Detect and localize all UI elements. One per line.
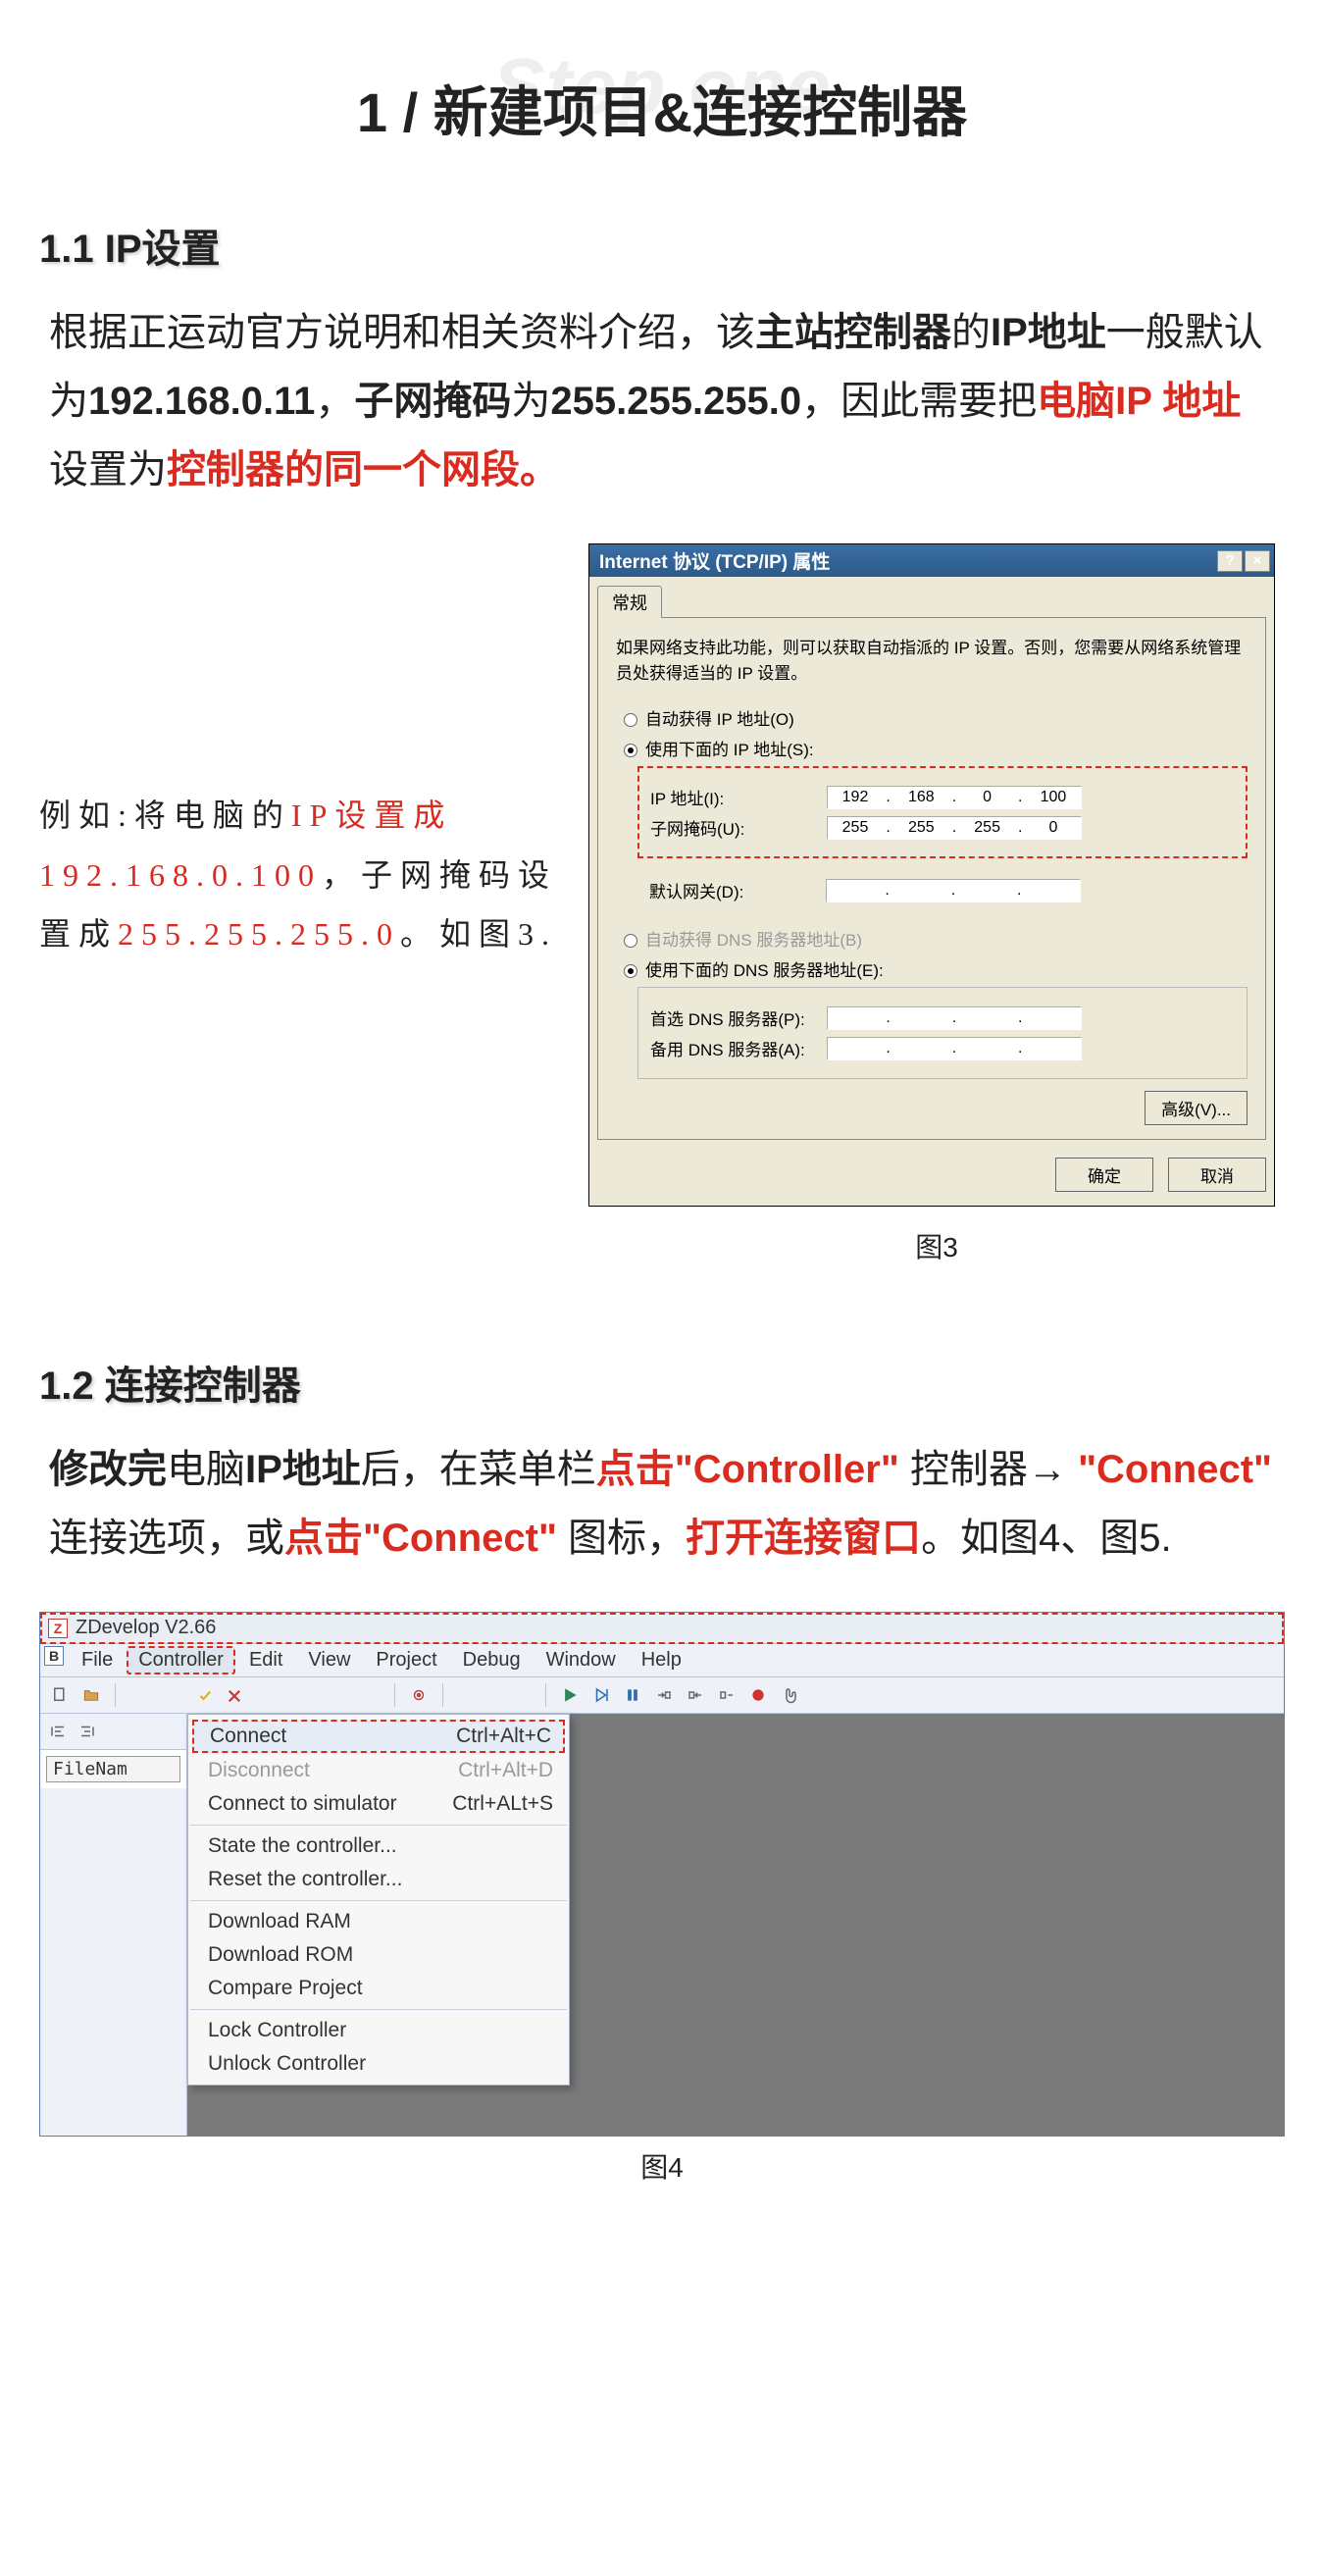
zdevelop-window: Z ZDevelop V2.66 B File Controller Edit … xyxy=(39,1612,1285,2137)
ok-button[interactable]: 确定 xyxy=(1055,1158,1153,1192)
figure-4-caption: 图4 xyxy=(39,2146,1285,2186)
file-column-header: FileNam xyxy=(46,1756,180,1782)
menu-file[interactable]: File xyxy=(70,1646,125,1674)
radio-unchecked-icon xyxy=(624,713,637,727)
help-icon[interactable]: ? xyxy=(1217,550,1243,572)
align-left-icon[interactable] xyxy=(46,1720,70,1743)
app-icon: Z xyxy=(48,1619,68,1638)
close-icon[interactable]: × xyxy=(1245,550,1270,572)
pause-icon[interactable] xyxy=(621,1683,644,1707)
menu-item-unlock-controller[interactable]: Unlock Controller xyxy=(188,2047,569,2081)
tcpip-dialog: Internet 协议 (TCP/IP) 属性 ? × 常规 如果网络支持此功能… xyxy=(588,543,1275,1207)
section-1-2-body: 修改完电脑IP地址后，在菜单栏点击"Controller" 控制器→ "Conn… xyxy=(49,1435,1275,1572)
gateway-input[interactable]: . . . xyxy=(826,879,1081,902)
section-1-1-body: 根据正运动官方说明和相关资料介绍，该主站控制器的IP地址一般默认为192.168… xyxy=(49,298,1275,504)
menu-item-reset-the-controller-[interactable]: Reset the controller... xyxy=(188,1863,569,1896)
subnet-mask-label: 子网掩码(U): xyxy=(650,815,827,840)
figure-3-side-caption: 例如:将电脑的IP设置成192.168.0.100，子网掩码设置成255.255… xyxy=(39,786,559,964)
dns1-label: 首选 DNS 服务器(P): xyxy=(650,1005,827,1030)
ip-address-label: IP 地址(I): xyxy=(650,785,827,809)
dns2-input[interactable]: ... xyxy=(827,1037,1082,1060)
figure-3-caption: 图3 xyxy=(588,1226,1285,1265)
menu-project[interactable]: Project xyxy=(364,1646,448,1674)
run-icon[interactable] xyxy=(558,1683,582,1707)
menu-item-download-rom[interactable]: Download ROM xyxy=(188,1938,569,1972)
menu-help[interactable]: Help xyxy=(630,1646,693,1674)
step-out-icon[interactable] xyxy=(684,1683,707,1707)
radio-checked-icon xyxy=(624,964,637,978)
page-header: Step one 1 / 新建项目&连接控制器 xyxy=(39,69,1285,148)
menu-item-state-the-controller-[interactable]: State the controller... xyxy=(188,1829,569,1863)
step-over-icon[interactable] xyxy=(589,1683,613,1707)
radio-unchecked-icon xyxy=(624,934,637,948)
menu-edit[interactable]: Edit xyxy=(237,1646,294,1674)
menu-window[interactable]: Window xyxy=(535,1646,628,1674)
ip-address-input[interactable]: 192. 168. 0. 100 xyxy=(827,786,1082,809)
dialog-title-text: Internet 协议 (TCP/IP) 属性 xyxy=(599,547,830,574)
radio-use-ip[interactable]: 使用下面的 IP 地址(S): xyxy=(624,736,1248,760)
menu-item-download-ram[interactable]: Download RAM xyxy=(188,1905,569,1938)
dns-fields-group: 首选 DNS 服务器(P): ... 备用 DNS 服务器(A): ... xyxy=(637,987,1248,1079)
dialog-description: 如果网络支持此功能，则可以获取自动指派的 IP 设置。否则，您需要从网络系统管理… xyxy=(616,636,1248,686)
gateway-label: 默认网关(D): xyxy=(649,878,826,902)
ip-fields-group: IP 地址(I): 192. 168. 0. 100 子网掩码(U): 255.… xyxy=(637,766,1248,858)
section-1-1-heading: 1.1 IP设置 xyxy=(39,217,1285,274)
radio-auto-dns: 自动获得 DNS 服务器地址(B) xyxy=(624,926,1248,951)
zdevelop-titlebar: Z ZDevelop V2.66 xyxy=(40,1613,1284,1644)
figure-3-row: 例如:将电脑的IP设置成192.168.0.100，子网掩码设置成255.255… xyxy=(39,543,1285,1207)
app-title-text: ZDevelop V2.66 xyxy=(76,1617,216,1639)
step-icon[interactable] xyxy=(715,1683,738,1707)
header-title: 1 / 新建项目&连接控制器 xyxy=(39,69,1285,148)
menu-item-connect-to-simulator[interactable]: Connect to simulatorCtrl+ALt+S xyxy=(188,1787,569,1821)
disconnect-icon[interactable] xyxy=(223,1684,246,1708)
dns1-input[interactable]: ... xyxy=(827,1006,1082,1030)
hand-icon[interactable] xyxy=(778,1683,801,1707)
target-icon[interactable] xyxy=(407,1683,431,1707)
radio-checked-icon xyxy=(624,744,637,757)
tab-general[interactable]: 常规 xyxy=(597,586,662,618)
menu-bar: B File Controller Edit View Project Debu… xyxy=(40,1644,1284,1677)
subnet-mask-input[interactable]: 255. 255. 255. 0 xyxy=(827,816,1082,840)
connect-icon[interactable] xyxy=(193,1684,217,1708)
record-icon[interactable] xyxy=(746,1683,770,1707)
radio-auto-ip[interactable]: 自动获得 IP 地址(O) xyxy=(624,705,1248,730)
section-1-2-heading: 1.2 连接控制器 xyxy=(39,1354,1285,1411)
dialog-titlebar: Internet 协议 (TCP/IP) 属性 ? × xyxy=(589,544,1274,577)
menu-item-compare-project[interactable]: Compare Project xyxy=(188,1972,569,2005)
align-right-icon[interactable] xyxy=(76,1720,99,1743)
bold-icon[interactable]: B xyxy=(44,1646,64,1666)
cancel-button[interactable]: 取消 xyxy=(1168,1158,1266,1192)
menu-controller[interactable]: Controller xyxy=(127,1646,235,1674)
menu-view[interactable]: View xyxy=(296,1646,362,1674)
new-file-icon[interactable] xyxy=(48,1683,72,1707)
menu-item-connect[interactable]: ConnectCtrl+Alt+C xyxy=(192,1720,565,1753)
radio-use-dns[interactable]: 使用下面的 DNS 服务器地址(E): xyxy=(624,956,1248,981)
menu-debug[interactable]: Debug xyxy=(451,1646,533,1674)
open-folder-icon[interactable] xyxy=(79,1683,103,1707)
menu-item-lock-controller[interactable]: Lock Controller xyxy=(188,2014,569,2047)
step-into-icon[interactable] xyxy=(652,1683,676,1707)
menu-item-disconnect: DisconnectCtrl+Alt+D xyxy=(188,1754,569,1787)
dns2-label: 备用 DNS 服务器(A): xyxy=(650,1036,827,1060)
controller-dropdown: ConnectCtrl+Alt+CDisconnectCtrl+Alt+DCon… xyxy=(187,1714,570,2086)
advanced-button[interactable]: 高级(V)... xyxy=(1145,1091,1248,1125)
